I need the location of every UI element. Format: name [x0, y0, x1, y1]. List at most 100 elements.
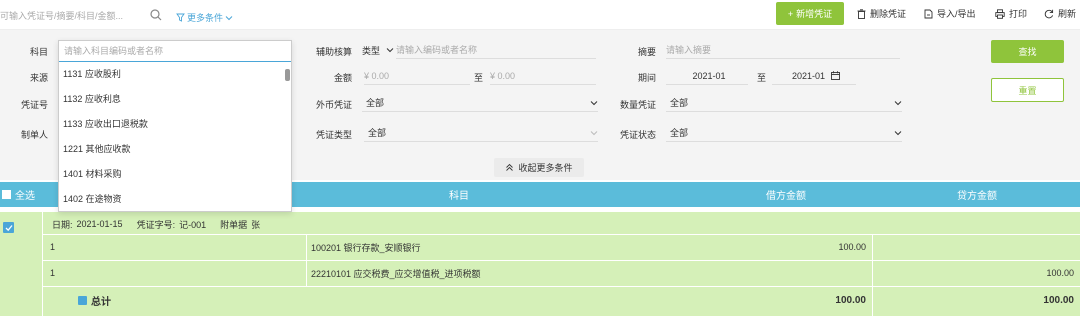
dropdown-option[interactable]: 1401 材料采购	[59, 161, 285, 186]
period-to-select[interactable]: 2021-01	[772, 67, 856, 85]
amount-to-input[interactable]	[490, 67, 596, 85]
voucher-group: 日期: 2021-01-15 凭证字号: 记-001 附单据 张 1 10020…	[0, 212, 1080, 316]
trash-icon	[857, 8, 866, 19]
period-to-value: 2021-01	[791, 70, 826, 81]
aux-input[interactable]	[396, 41, 596, 59]
row-summary: 1	[50, 242, 56, 252]
chevron-down-icon	[386, 48, 394, 53]
subject-input[interactable]	[59, 41, 291, 62]
period-from-select[interactable]: 2021-01	[666, 67, 748, 85]
dropdown-option[interactable]: 1133 应收出口退税款	[59, 111, 285, 136]
import-export-button[interactable]: 导入/导出	[924, 7, 976, 20]
new-voucher-label: 新增凭证	[796, 9, 833, 19]
voucher-word-label: 凭证字号:	[136, 219, 176, 230]
row-summary: 1	[50, 268, 56, 278]
collapse-conditions-button[interactable]: 收起更多条件	[494, 158, 584, 177]
grid-line	[42, 212, 43, 316]
filter-icon	[176, 13, 185, 22]
toolbar: 更多条件 + 新增凭证 删除凭证 导入/导出 打印 刷新	[0, 0, 1080, 30]
select-all[interactable]: 全选	[0, 182, 44, 207]
chevron-down-icon	[894, 130, 902, 135]
voucher-type-value: 全部	[368, 128, 387, 138]
row-subject: 22210101 应交税费_应交增值税_进项税额	[311, 268, 481, 279]
delete-voucher-label: 删除凭证	[870, 9, 907, 19]
voucher-status-label: 凭证状态	[619, 130, 656, 140]
double-chevron-up-icon	[506, 163, 514, 171]
qty-voucher-select[interactable]: 全部	[666, 94, 902, 112]
total-debit: 100.00	[835, 294, 866, 306]
refresh-button[interactable]: 刷新	[1044, 7, 1076, 20]
search-input[interactable]	[0, 9, 140, 23]
fx-voucher-label: 外币凭证	[315, 100, 352, 110]
col-credit-header: 贷方金额	[957, 191, 997, 202]
voucher-checkbox[interactable]	[3, 222, 14, 233]
dropdown-option[interactable]: 1132 应收利息	[59, 86, 285, 111]
collapse-conditions-label: 收起更多条件	[518, 163, 573, 173]
date-value: 2021-01-15	[76, 219, 123, 229]
amount-label: 金额	[333, 73, 352, 83]
chevron-down-icon	[894, 100, 902, 105]
row-credit: 100.00	[1046, 268, 1074, 278]
chevron-down-icon	[590, 130, 598, 135]
new-voucher-button[interactable]: + 新增凭证	[776, 2, 844, 25]
dropdown-scrollbar[interactable]	[285, 69, 290, 81]
plus-icon: +	[787, 8, 794, 19]
print-button[interactable]: 打印	[995, 7, 1027, 20]
fx-voucher-select[interactable]: 全部	[362, 94, 598, 112]
total-label: 总计	[91, 296, 111, 308]
row-credit	[876, 240, 1074, 254]
chevron-down-icon	[590, 100, 598, 105]
amount-from-input[interactable]	[364, 67, 470, 85]
summary-label: 摘要	[637, 47, 656, 57]
print-label: 打印	[1009, 9, 1028, 19]
qty-voucher-value: 全部	[670, 98, 689, 108]
aux-type-value: 类型	[362, 45, 381, 56]
voucher-status-value: 全部	[670, 128, 689, 138]
date-label: 日期:	[52, 219, 73, 230]
more-conditions-label: 更多条件	[187, 13, 224, 23]
subject-label: 科目	[29, 47, 48, 57]
check-icon	[5, 224, 13, 231]
voucher-word-value[interactable]: 记-001	[179, 218, 206, 231]
grid-line	[872, 234, 873, 316]
aux-type-select[interactable]: 类型	[358, 41, 394, 59]
fx-voucher-value: 全部	[366, 98, 385, 108]
import-export-icon	[924, 9, 933, 18]
printer-icon	[995, 8, 1005, 19]
voucher-type-select[interactable]: 全部	[364, 124, 598, 142]
attach-label: 附单据	[220, 219, 248, 230]
grid-line	[42, 286, 1080, 287]
sum-icon	[78, 295, 87, 305]
reset-button[interactable]: 重置	[991, 78, 1064, 102]
refresh-label: 刷新	[1058, 9, 1077, 19]
more-conditions-link[interactable]: 更多条件	[176, 11, 233, 24]
attach-unit: 张	[251, 219, 261, 230]
period-label: 期间	[637, 73, 656, 83]
voucher-info: 日期: 2021-01-15 凭证字号: 记-001 附单据 张	[52, 217, 260, 231]
search-icon[interactable]	[150, 9, 162, 21]
summary-input[interactable]	[666, 41, 900, 59]
grid-line	[42, 234, 1080, 235]
voucher-status-select[interactable]: 全部	[666, 124, 902, 142]
source-label: 来源	[29, 73, 48, 83]
subject-dropdown: 1131 应收股利 1132 应收利息 1133 应收出口退税款 1221 其他…	[58, 40, 292, 212]
grid-line	[306, 234, 307, 286]
amount-to-label: 至	[474, 73, 484, 83]
maker-label: 制单人	[20, 130, 48, 140]
period-to-label: 至	[757, 73, 767, 83]
dropdown-option[interactable]: 1402 在途物资	[59, 186, 285, 211]
calendar-icon	[831, 71, 840, 80]
total-credit: 100.00	[1043, 294, 1074, 306]
voucher-type-label: 凭证类型	[315, 130, 352, 140]
dropdown-option[interactable]: 1131 应收股利	[59, 61, 285, 86]
period-from-value: 2021-01	[692, 70, 726, 81]
delete-voucher-button[interactable]: 删除凭证	[857, 7, 906, 20]
row-debit: 100.00	[838, 242, 866, 252]
import-export-label: 导入/导出	[937, 9, 976, 19]
select-all-checkbox[interactable]	[2, 190, 11, 199]
search-button[interactable]: 查找	[991, 40, 1064, 63]
dropdown-option[interactable]: 1221 其他应收款	[59, 136, 285, 161]
total-row: 总计	[78, 293, 111, 308]
chevron-down-icon	[225, 15, 233, 20]
grid-line	[42, 260, 1080, 261]
